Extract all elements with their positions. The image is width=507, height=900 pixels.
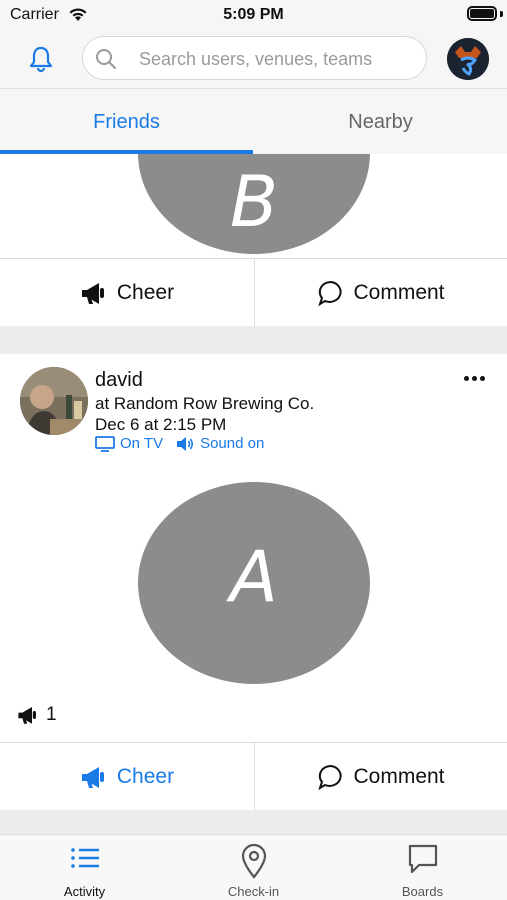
card-actions: Cheer Comment: [0, 742, 507, 811]
comment-button[interactable]: Comment: [254, 259, 507, 327]
nav-boards-label: Boards: [401, 884, 444, 899]
post-tags: On TV Sound on: [95, 435, 264, 452]
tag-sound-on: Sound on: [175, 435, 264, 452]
post-username[interactable]: david: [95, 369, 143, 392]
status-time: 5:09 PM: [223, 6, 284, 23]
list-icon: [70, 848, 99, 868]
search-box[interactable]: [82, 36, 427, 80]
feed-tabs: Friends Nearby: [0, 88, 507, 154]
letter-avatar: B: [138, 154, 370, 254]
letter-avatar: A: [138, 482, 370, 684]
comment-icon: [318, 280, 343, 307]
cheer-label: Cheer: [116, 281, 175, 304]
bell-icon[interactable]: [26, 44, 56, 74]
cheer-count[interactable]: 1: [16, 704, 57, 726]
card-actions: Cheer Comment: [0, 258, 507, 327]
megaphone-icon: [81, 767, 104, 788]
status-bar: Carrier 5:09 PM: [0, 0, 507, 30]
battery-tip: [500, 11, 503, 17]
post-venue[interactable]: at Random Row Brewing Co.: [95, 394, 314, 414]
user-avatar-photo: [20, 367, 88, 435]
chat-bubble-icon: [408, 844, 437, 874]
battery-icon: [467, 6, 497, 21]
post-date: Dec 6 at 2:15 PM: [95, 415, 227, 434]
cheer-button[interactable]: Cheer: [0, 743, 253, 811]
feed-card: B Cheer Comment: [0, 154, 507, 327]
search-input[interactable]: [139, 47, 419, 71]
speaker-icon: [177, 436, 194, 451]
profile-avatar[interactable]: [447, 38, 489, 80]
bottom-tab-bar: Activity Check-in Boards: [0, 834, 507, 900]
nav-activity-label: Activity: [63, 884, 106, 899]
nav-boards[interactable]: Boards: [338, 835, 507, 900]
nav-check-in[interactable]: Check-in: [169, 835, 338, 900]
tag-on-tv: On TV: [95, 435, 163, 452]
more-options-icon[interactable]: [464, 376, 485, 381]
megaphone-icon: [81, 283, 104, 304]
tab-nearby[interactable]: Nearby: [254, 89, 507, 155]
letter-avatar-letter: A: [230, 536, 278, 618]
nav-activity[interactable]: Activity: [0, 835, 169, 900]
megaphone-icon: [18, 707, 36, 724]
tab-friends[interactable]: Friends: [0, 89, 253, 155]
comment-icon: [318, 764, 343, 791]
user-avatar[interactable]: [20, 367, 88, 435]
letter-avatar-letter: B: [229, 161, 279, 243]
activity-feed[interactable]: B Cheer Comment david at Random Row Brew…: [0, 154, 507, 834]
tag-sound-on-label: Sound on: [200, 435, 265, 452]
map-pin-icon: [241, 843, 266, 879]
comment-button[interactable]: Comment: [254, 743, 507, 811]
feed-card: david at Random Row Brewing Co. Dec 6 at…: [0, 354, 507, 811]
tag-on-tv-label: On TV: [120, 435, 164, 452]
nav-check-in-label: Check-in: [227, 884, 280, 899]
comment-label: Comment: [353, 281, 445, 304]
profile-avatar-image: [447, 38, 489, 80]
cheer-label: Cheer: [116, 765, 175, 788]
tv-icon: [95, 435, 115, 452]
comment-label: Comment: [353, 765, 445, 788]
app-header: [0, 30, 507, 88]
cheer-count-value: 1: [46, 704, 57, 725]
search-icon: [96, 49, 117, 70]
cheer-button[interactable]: Cheer: [0, 259, 253, 327]
